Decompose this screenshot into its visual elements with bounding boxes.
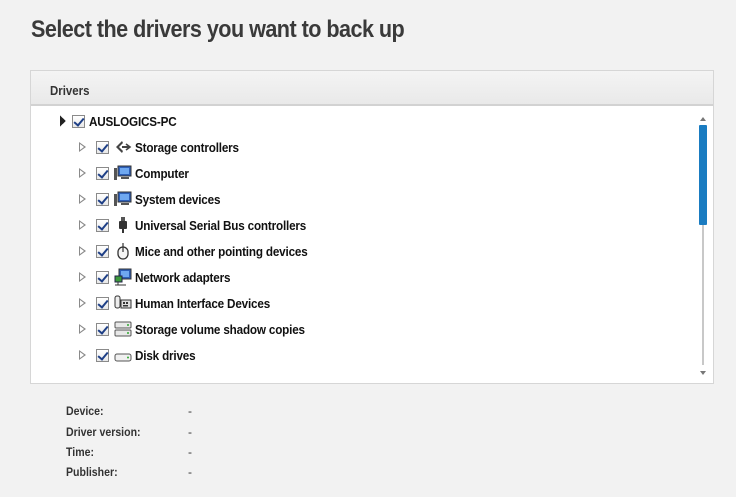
tree-item-label: Human Interface Devices [135, 295, 271, 311]
item-checkbox[interactable] [96, 322, 109, 336]
item-checkbox[interactable] [96, 166, 109, 180]
item-checkbox[interactable] [96, 218, 109, 232]
page-title: Select the drivers you want to back up [31, 16, 405, 43]
tree-item-shadow-copies[interactable]: Storage volume shadow copies [76, 318, 324, 340]
disk-drive-icon [114, 346, 132, 364]
detail-publisher-value: - [188, 465, 192, 479]
detail-driver-version-label: Driver version: [66, 425, 141, 439]
drivers-column-header[interactable]: Drivers [50, 83, 89, 98]
item-checkbox[interactable] [96, 244, 109, 258]
detail-time-label: Time: [66, 445, 94, 459]
tree-item-label: Mice and other pointing devices [135, 243, 308, 259]
storage-controller-icon [114, 138, 132, 156]
tree-item-label: Disk drives [135, 347, 196, 363]
drivers-panel: Drivers AUSLOGICS-PC Storage controllers [30, 70, 714, 384]
tree-item-label: Computer [135, 165, 189, 181]
tree-item-label: System devices [135, 191, 221, 207]
expand-arrow-icon[interactable] [76, 270, 90, 284]
drivers-tree[interactable]: AUSLOGICS-PC Storage controllers Compute… [31, 107, 699, 383]
system-devices-icon [114, 190, 132, 208]
root-checkbox[interactable] [72, 114, 85, 128]
item-checkbox[interactable] [96, 192, 109, 206]
tree-item-label: Network adapters [135, 269, 231, 285]
tree-item-usb-controllers[interactable]: Universal Serial Bus controllers [76, 214, 325, 236]
hid-icon [114, 294, 132, 312]
detail-driver-version-value: - [188, 425, 192, 439]
tree-item-storage-controllers[interactable]: Storage controllers [76, 136, 250, 158]
expand-arrow-icon[interactable] [76, 348, 90, 362]
backup-drivers-page: Select the drivers you want to back up D… [0, 0, 736, 497]
expand-arrow-icon[interactable] [76, 244, 90, 258]
item-checkbox[interactable] [96, 348, 109, 362]
mouse-icon [114, 242, 132, 260]
expand-arrow-icon[interactable] [76, 140, 90, 154]
drivers-panel-header: Drivers [31, 71, 713, 106]
scroll-up-arrow-icon[interactable] [699, 115, 707, 123]
detail-device-label: Device: [66, 404, 104, 418]
usb-plug-icon [114, 216, 132, 234]
expand-arrow-icon[interactable] [76, 166, 90, 180]
tree-root-row[interactable]: AUSLOGICS-PC [53, 110, 186, 132]
item-checkbox[interactable] [96, 270, 109, 284]
tree-item-label: Universal Serial Bus controllers [135, 217, 307, 233]
tree-item-label: Storage volume shadow copies [135, 321, 305, 337]
item-checkbox[interactable] [96, 296, 109, 310]
detail-publisher: Publisher: - [66, 465, 266, 483]
detail-time-value: - [188, 445, 192, 459]
expand-arrow-icon[interactable] [76, 296, 90, 310]
tree-item-network-adapters[interactable]: Network adapters [76, 266, 241, 288]
tree-item-disk-drives[interactable]: Disk drives [76, 344, 202, 366]
tree-item-mice[interactable]: Mice and other pointing devices [76, 240, 327, 262]
network-adapter-icon [114, 268, 132, 286]
tree-item-system-devices[interactable]: System devices [76, 188, 230, 210]
tree-scrollbar[interactable] [699, 115, 707, 377]
detail-time: Time: - [66, 445, 266, 463]
tree-root-label: AUSLOGICS-PC [89, 113, 177, 129]
collapse-arrow-icon[interactable] [53, 114, 67, 128]
tree-item-computer[interactable]: Computer [76, 162, 195, 184]
detail-device: Device: - [66, 404, 266, 422]
expand-arrow-icon[interactable] [76, 322, 90, 336]
scroll-down-arrow-icon[interactable] [699, 369, 707, 377]
detail-publisher-label: Publisher: [66, 465, 118, 479]
item-checkbox[interactable] [96, 140, 109, 154]
detail-device-value: - [188, 404, 192, 418]
computer-icon [114, 164, 132, 182]
scroll-thumb[interactable] [699, 125, 707, 225]
expand-arrow-icon[interactable] [76, 218, 90, 232]
expand-arrow-icon[interactable] [76, 192, 90, 206]
detail-driver-version: Driver version: - [66, 425, 266, 443]
tree-item-label: Storage controllers [135, 139, 239, 155]
shadow-copy-drive-icon [114, 320, 132, 338]
tree-item-human-interface-devices[interactable]: Human Interface Devices [76, 292, 285, 314]
